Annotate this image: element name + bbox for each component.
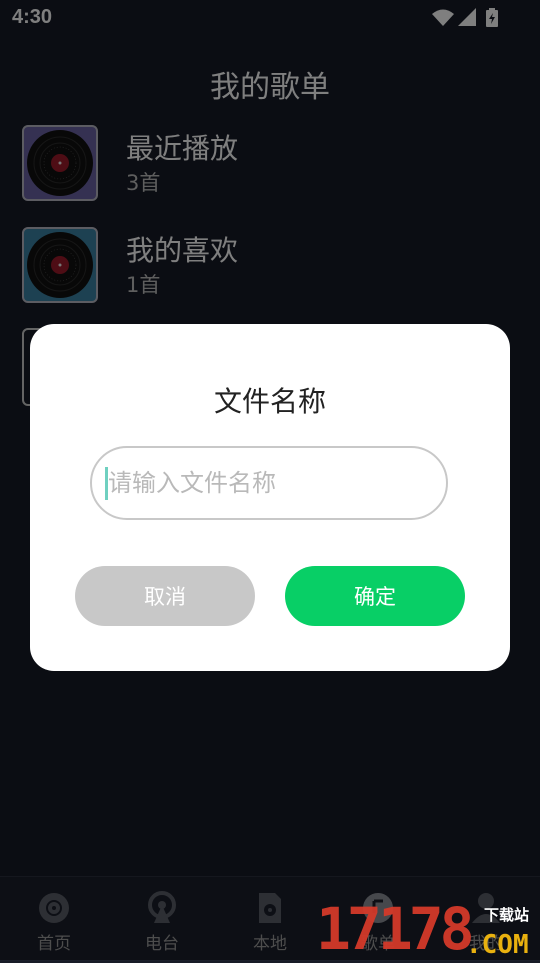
watermark-logo: 17178 下载站 .COM: [316, 898, 540, 960]
text-cursor: [105, 467, 108, 500]
watermark-number: 17178: [316, 895, 475, 963]
cancel-button[interactable]: 取消: [75, 566, 255, 626]
confirm-button[interactable]: 确定: [285, 566, 465, 626]
dialog-title: 文件名称: [213, 385, 326, 418]
playlist-screen: 4:30 我的歌单 最近播放 3首: [0, 0, 540, 961]
rename-dialog: 文件名称 取消 确定: [30, 324, 510, 671]
watermark-domain: .COM: [466, 930, 529, 960]
file-name-input[interactable]: [90, 446, 448, 520]
watermark-site-label: 下载站: [484, 906, 530, 924]
